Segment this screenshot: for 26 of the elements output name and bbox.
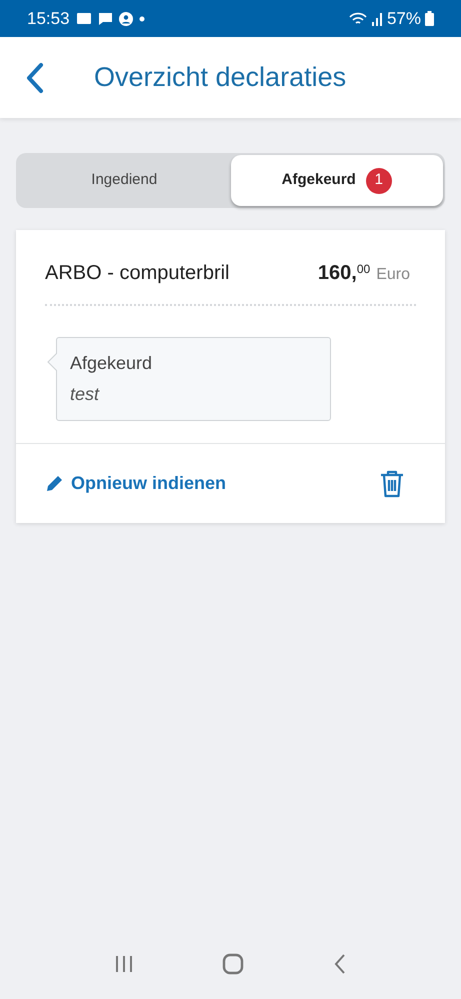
mail-icon [76,12,92,25]
trash-icon [379,470,405,498]
wifi-icon [348,12,367,26]
signal-icon [370,12,383,26]
back-icon [26,62,44,94]
resubmit-link[interactable]: Opnieuw indienen [46,470,226,497]
count-badge: 1 [366,168,392,194]
recent-apps-icon[interactable] [114,954,134,974]
status-label: Afgekeurd [70,352,154,375]
page-title: Overzicht declaraties [94,61,346,94]
back-nav-icon[interactable] [332,953,347,975]
currency-label: Euro [376,265,410,285]
status-note: test [70,383,100,406]
claim-title: ARBO - computerbril [45,261,230,286]
home-icon[interactable] [222,953,244,975]
dot-icon [138,16,145,22]
chat-icon [98,12,113,26]
battery-percentage: 57% [386,8,421,30]
account-icon [118,12,133,26]
tab[interactable]: Ingediend [18,155,230,206]
claim-amount: 160,$^{00}$ [318,261,370,286]
battery-icon [425,11,434,26]
status-time: 15:53 [27,8,70,30]
pencil-icon [46,475,63,492]
tab[interactable]: Afgekeurd 1 [230,155,443,206]
delete-button[interactable] [379,470,405,498]
